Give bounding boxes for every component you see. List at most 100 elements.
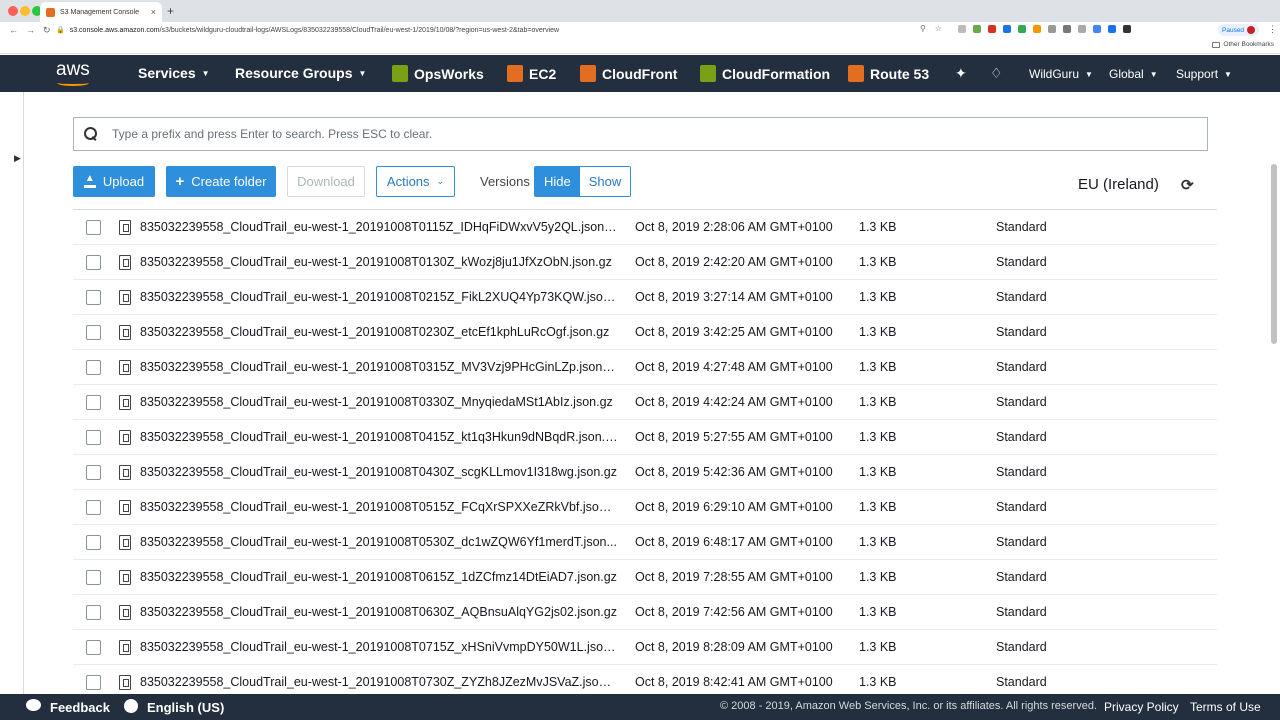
extension-icon[interactable] <box>1093 25 1101 33</box>
region-menu[interactable]: Global ▼ <box>1109 67 1158 81</box>
table-row[interactable]: 835032239558_CloudTrail_eu-west-1_201910… <box>73 525 1217 560</box>
row-checkbox[interactable] <box>86 325 101 340</box>
object-name-link[interactable]: 835032239558_CloudTrail_eu-west-1_201910… <box>140 255 618 269</box>
shortcut-cloudfront[interactable]: CloudFront <box>580 65 677 82</box>
table-row[interactable]: 835032239558_CloudTrail_eu-west-1_201910… <box>73 455 1217 490</box>
extension-icon[interactable] <box>1003 25 1011 33</box>
row-checkbox[interactable] <box>86 640 101 655</box>
object-name-link[interactable]: 835032239558_CloudTrail_eu-west-1_201910… <box>140 640 618 654</box>
terms-of-use-link[interactable]: Terms of Use <box>1190 700 1261 714</box>
object-name-link[interactable]: 835032239558_CloudTrail_eu-west-1_201910… <box>140 465 618 479</box>
row-checkbox[interactable] <box>86 360 101 375</box>
table-row[interactable]: 835032239558_CloudTrail_eu-west-1_201910… <box>73 210 1217 245</box>
row-checkbox[interactable] <box>86 535 101 550</box>
object-name-link[interactable]: 835032239558_CloudTrail_eu-west-1_201910… <box>140 675 618 689</box>
table-row[interactable]: 835032239558_CloudTrail_eu-west-1_201910… <box>73 595 1217 630</box>
extension-icon[interactable] <box>1033 25 1041 33</box>
row-checkbox[interactable] <box>86 500 101 515</box>
shortcut-cloudformation[interactable]: CloudFormation <box>700 65 830 82</box>
object-name-link[interactable]: 835032239558_CloudTrail_eu-west-1_201910… <box>140 290 618 304</box>
search-input[interactable] <box>112 127 1192 141</box>
extension-icon[interactable] <box>1123 25 1131 33</box>
row-checkbox[interactable] <box>86 430 101 445</box>
services-menu[interactable]: Services ▼ <box>138 65 210 81</box>
file-icon <box>119 290 131 305</box>
account-menu[interactable]: WildGuru ▼ <box>1029 67 1093 81</box>
object-name-link[interactable]: 835032239558_CloudTrail_eu-west-1_201910… <box>140 395 618 409</box>
table-row[interactable]: 835032239558_CloudTrail_eu-west-1_201910… <box>73 490 1217 525</box>
row-checkbox[interactable] <box>86 675 101 690</box>
download-button[interactable]: Download <box>287 166 365 197</box>
create-folder-button[interactable]: + Create folder <box>166 166 276 197</box>
table-row[interactable]: 835032239558_CloudTrail_eu-west-1_201910… <box>73 385 1217 420</box>
extension-icon[interactable] <box>1018 25 1026 33</box>
object-name-link[interactable]: 835032239558_CloudTrail_eu-west-1_201910… <box>140 500 618 514</box>
zoom-icon[interactable]: ⚲ <box>920 24 926 33</box>
extension-icon[interactable] <box>973 25 981 33</box>
show-versions-button[interactable]: Show <box>579 167 631 196</box>
shortcut-opsworks[interactable]: OpsWorks <box>392 65 484 82</box>
objects-table: 835032239558_CloudTrail_eu-west-1_201910… <box>73 209 1217 694</box>
shortcut-ec2[interactable]: EC2 <box>507 65 556 82</box>
table-row[interactable]: 835032239558_CloudTrail_eu-west-1_201910… <box>73 420 1217 455</box>
back-icon[interactable]: ← <box>9 25 18 35</box>
extension-icon[interactable] <box>1078 25 1086 33</box>
row-checkbox[interactable] <box>86 255 101 270</box>
language-selector[interactable]: English (US) <box>147 700 224 715</box>
refresh-icon[interactable]: ⟳ <box>1181 176 1194 194</box>
privacy-policy-link[interactable]: Privacy Policy <box>1104 700 1179 714</box>
row-checkbox[interactable] <box>86 395 101 410</box>
object-size: 1.3 KB <box>859 395 897 409</box>
table-row[interactable]: 835032239558_CloudTrail_eu-west-1_201910… <box>73 560 1217 595</box>
row-checkbox[interactable] <box>86 220 101 235</box>
feedback-link[interactable]: Feedback <box>50 700 110 715</box>
object-name-link[interactable]: 835032239558_CloudTrail_eu-west-1_201910… <box>140 535 618 549</box>
new-tab-icon[interactable]: + <box>167 4 174 18</box>
bookmark-star-icon[interactable]: ☆ <box>935 24 942 33</box>
object-name-link[interactable]: 835032239558_CloudTrail_eu-west-1_201910… <box>140 570 618 584</box>
upload-button[interactable]: Upload <box>73 166 155 197</box>
row-checkbox[interactable] <box>86 290 101 305</box>
row-checkbox[interactable] <box>86 465 101 480</box>
extension-icon[interactable] <box>1048 25 1056 33</box>
row-checkbox[interactable] <box>86 605 101 620</box>
reload-icon[interactable]: ↻ <box>43 25 51 36</box>
close-tab-icon[interactable]: × <box>151 7 156 17</box>
extension-icon[interactable] <box>988 25 996 33</box>
object-name-link[interactable]: 835032239558_CloudTrail_eu-west-1_201910… <box>140 325 618 339</box>
object-name-link[interactable]: 835032239558_CloudTrail_eu-west-1_201910… <box>140 605 618 619</box>
extension-icon[interactable] <box>1063 25 1071 33</box>
scrollbar[interactable] <box>1271 164 1277 344</box>
url-field[interactable]: 🔒 s3.console.aws.amazon.com/s3/buckets/w… <box>56 23 956 37</box>
resource-groups-menu[interactable]: Resource Groups ▼ <box>235 65 366 81</box>
row-checkbox[interactable] <box>86 570 101 585</box>
other-bookmarks[interactable]: Other Bookmarks <box>1212 41 1274 48</box>
file-icon <box>119 465 131 480</box>
table-row[interactable]: 835032239558_CloudTrail_eu-west-1_201910… <box>73 245 1217 280</box>
object-name-link[interactable]: 835032239558_CloudTrail_eu-west-1_201910… <box>140 430 618 444</box>
table-row[interactable]: 835032239558_CloudTrail_eu-west-1_201910… <box>73 630 1217 665</box>
table-row[interactable]: 835032239558_CloudTrail_eu-west-1_201910… <box>73 315 1217 350</box>
chevron-down-icon: ▼ <box>1224 69 1232 79</box>
hide-versions-button[interactable]: Hide <box>535 167 580 196</box>
table-row[interactable]: 835032239558_CloudTrail_eu-west-1_201910… <box>73 280 1217 315</box>
expand-panel-icon[interactable]: ▶ <box>14 153 21 164</box>
aws-logo[interactable]: aws <box>56 59 90 81</box>
browser-menu-icon[interactable]: ⋮ <box>1268 24 1277 35</box>
profile-button[interactable]: Paused <box>1218 24 1260 36</box>
shortcut-route53[interactable]: Route 53 <box>848 65 929 82</box>
pin-icon[interactable]: ✦ <box>955 65 967 82</box>
table-row[interactable]: 835032239558_CloudTrail_eu-west-1_201910… <box>73 350 1217 385</box>
table-row[interactable]: 835032239558_CloudTrail_eu-west-1_201910… <box>73 665 1217 694</box>
object-name-link[interactable]: 835032239558_CloudTrail_eu-west-1_201910… <box>140 360 618 374</box>
forward-icon[interactable]: → <box>26 25 35 35</box>
extension-icon[interactable] <box>958 25 966 33</box>
support-menu[interactable]: Support ▼ <box>1176 67 1232 81</box>
close-window-button[interactable] <box>8 6 18 16</box>
browser-tab[interactable]: S3 Management Console × <box>40 2 162 22</box>
actions-button[interactable]: Actions ⌄ <box>376 166 455 197</box>
bell-icon[interactable]: ♢ <box>990 65 1003 82</box>
object-name-link[interactable]: 835032239558_CloudTrail_eu-west-1_201910… <box>140 220 618 234</box>
minimize-window-button[interactable] <box>20 6 30 16</box>
extension-icon[interactable] <box>1108 25 1116 33</box>
